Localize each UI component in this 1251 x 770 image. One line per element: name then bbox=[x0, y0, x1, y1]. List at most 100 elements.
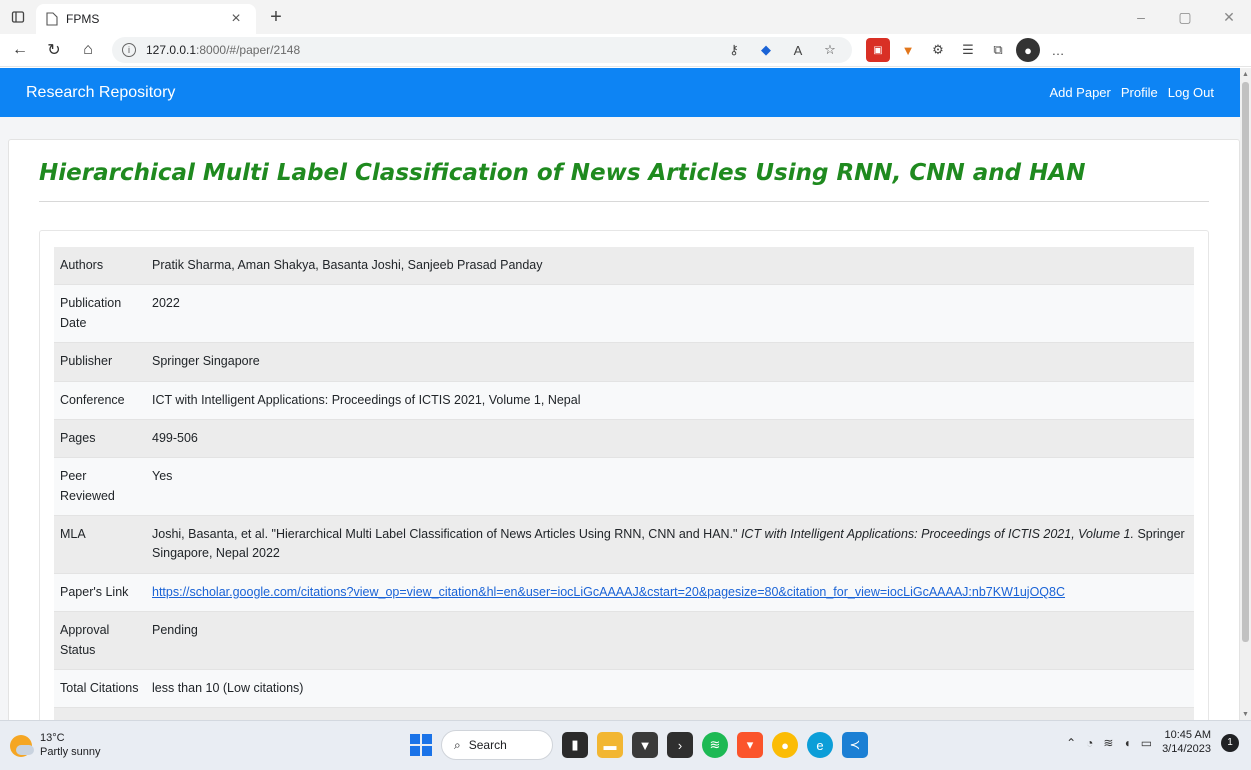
home-icon[interactable]: ⌂ bbox=[74, 36, 102, 64]
nav-add-paper[interactable]: Add Paper bbox=[1049, 85, 1110, 100]
table-row: Source Google scholar bbox=[54, 707, 1194, 720]
peer-reviewed-label: Peer Reviewed bbox=[54, 457, 146, 516]
paper-title: Hierarchical Multi Label Classification … bbox=[39, 160, 1086, 186]
battery-icon[interactable]: ▭ bbox=[1141, 736, 1152, 750]
more-menu-icon[interactable]: … bbox=[1046, 38, 1070, 62]
publication-date-value: 2022 bbox=[146, 284, 1194, 344]
source-value: Google scholar bbox=[146, 707, 1194, 720]
chrome-icon[interactable]: ● bbox=[772, 732, 798, 758]
scroll-up-icon[interactable]: ▲ bbox=[1240, 68, 1251, 80]
favorite-icon[interactable]: ☆ bbox=[818, 38, 842, 62]
terminal-icon[interactable]: › bbox=[667, 732, 693, 758]
wifi-icon[interactable]: ≋ bbox=[1103, 736, 1113, 750]
paper-details-table: Authors Pratik Sharma, Aman Shakya, Basa… bbox=[54, 247, 1194, 720]
favorites-list-icon[interactable]: ☰ bbox=[956, 38, 980, 62]
spotify-icon[interactable]: ≋ bbox=[702, 732, 728, 758]
weather-condition: Partly sunny bbox=[40, 745, 101, 758]
publisher-label: Publisher bbox=[54, 342, 146, 382]
extension-red-icon[interactable]: ▣ bbox=[866, 38, 890, 62]
taskbar-search[interactable]: ⌕ Search bbox=[441, 730, 553, 760]
mla-italic-text: ICT with Intelligent Applications: Proce… bbox=[740, 527, 1134, 541]
nav-profile[interactable]: Profile bbox=[1121, 85, 1158, 100]
authors-value: Pratik Sharma, Aman Shakya, Basanta Josh… bbox=[146, 247, 1194, 286]
paper-card: Hierarchical Multi Label Classification … bbox=[8, 139, 1240, 720]
table-row: Publisher Springer Singapore bbox=[54, 342, 1194, 382]
new-tab-button[interactable]: + bbox=[262, 3, 290, 31]
profile-avatar[interactable]: ● bbox=[1016, 38, 1040, 62]
back-icon[interactable]: ← bbox=[6, 36, 34, 64]
url-path: :8000/#/paper/2148 bbox=[196, 43, 301, 57]
mla-text: Joshi, Basanta, et al. "Hierarchical Mul… bbox=[152, 527, 741, 541]
chevron-up-icon[interactable]: ⌃ bbox=[1066, 736, 1076, 750]
pages-value: 499-506 bbox=[146, 419, 1194, 459]
browser-tab-bar: FPMS × + – ▢ ✕ bbox=[0, 0, 1251, 34]
publisher-value: Springer Singapore bbox=[146, 342, 1194, 382]
authors-label: Authors bbox=[54, 247, 146, 286]
site-info-icon[interactable]: i bbox=[122, 43, 136, 57]
peer-reviewed-value: Yes bbox=[146, 457, 1194, 516]
scroll-thumb[interactable] bbox=[1242, 82, 1249, 642]
volume-icon[interactable]: ◖ bbox=[1123, 736, 1130, 750]
table-row: Pages 499-506 bbox=[54, 419, 1194, 459]
clock[interactable]: 10:45 AM 3/14/2023 bbox=[1162, 729, 1211, 757]
address-bar[interactable]: i 127.0.0.1:8000/#/paper/2148 ⚷ ◆ A ☆ bbox=[112, 37, 852, 63]
close-window-icon[interactable]: ✕ bbox=[1207, 0, 1251, 34]
read-aloud-icon[interactable]: A bbox=[786, 38, 810, 62]
file-explorer-icon[interactable]: ▬ bbox=[597, 732, 623, 758]
browser-tab[interactable]: FPMS × bbox=[36, 4, 256, 34]
clock-time: 10:45 AM bbox=[1164, 729, 1211, 741]
minimize-icon[interactable]: – bbox=[1119, 0, 1163, 34]
address-bar-actions: ⚷ ◆ A ☆ bbox=[722, 38, 842, 62]
collections-icon[interactable]: ⧉ bbox=[986, 38, 1010, 62]
paper-link[interactable]: https://scholar.google.com/citations?vie… bbox=[152, 585, 1065, 599]
tag-icon[interactable]: ◆ bbox=[754, 38, 778, 62]
tab-actions-icon bbox=[11, 11, 25, 23]
mla-value: Joshi, Basanta, et al. "Hierarchical Mul… bbox=[146, 515, 1194, 574]
details-panel: Authors Pratik Sharma, Aman Shakya, Basa… bbox=[39, 230, 1209, 720]
approval-status-label: Approval Status bbox=[54, 611, 146, 670]
key-icon[interactable]: ⚷ bbox=[722, 38, 746, 62]
nav-log-out[interactable]: Log Out bbox=[1168, 85, 1214, 100]
maximize-icon[interactable]: ▢ bbox=[1163, 0, 1207, 34]
page-content: Hierarchical Multi Label Classification … bbox=[0, 117, 1240, 720]
brave-icon[interactable]: ▾ bbox=[737, 732, 763, 758]
close-tab-icon[interactable]: × bbox=[226, 10, 246, 28]
system-tray: ⌃ ◔ ≋ ◖ ▭ 10:45 AM 3/14/2023 1 bbox=[1066, 729, 1239, 757]
page-scrollbar[interactable]: ▲ ▼ bbox=[1240, 68, 1251, 720]
total-citations-value: less than 10 (Low citations) bbox=[146, 669, 1194, 709]
partly-sunny-icon bbox=[10, 734, 34, 757]
extensions-icon[interactable]: ⚙ bbox=[926, 38, 950, 62]
temperature: 13°C bbox=[40, 732, 65, 745]
table-row: Paper's Link https://scholar.google.com/… bbox=[54, 573, 1194, 613]
total-citations-label: Total Citations bbox=[54, 669, 146, 709]
brand-link[interactable]: Research Repository bbox=[26, 84, 175, 102]
fox-extension-icon[interactable]: ▼ bbox=[896, 38, 920, 62]
publication-date-label: Publication Date bbox=[54, 284, 146, 344]
paper-link-label: Paper's Link bbox=[54, 573, 146, 613]
tab-title: FPMS bbox=[66, 12, 100, 26]
network-icon[interactable]: ◔ bbox=[1086, 736, 1093, 750]
edge-icon[interactable]: e bbox=[807, 732, 833, 758]
page-icon bbox=[46, 12, 58, 26]
search-icon: ⌕ bbox=[454, 737, 461, 752]
window-controls: – ▢ ✕ bbox=[1119, 0, 1251, 34]
table-row: Authors Pratik Sharma, Aman Shakya, Basa… bbox=[54, 247, 1194, 286]
notification-badge[interactable]: 1 bbox=[1221, 733, 1239, 752]
tab-actions-button[interactable] bbox=[0, 0, 36, 34]
weather-widget[interactable]: 13°C Partly sunny bbox=[10, 732, 210, 758]
refresh-icon[interactable]: ↻ bbox=[40, 36, 68, 64]
paper-link-cell: https://scholar.google.com/citations?vie… bbox=[146, 573, 1194, 613]
table-row: Peer Reviewed Yes bbox=[54, 457, 1194, 516]
table-row: Conference ICT with Intelligent Applicat… bbox=[54, 381, 1194, 420]
weather-text: 13°C Partly sunny bbox=[40, 732, 101, 758]
clock-date: 3/14/2023 bbox=[1162, 742, 1211, 755]
vscode-icon[interactable]: ≺ bbox=[842, 732, 868, 758]
pages-label: Pages bbox=[54, 419, 146, 459]
url-host: 127.0.0.1 bbox=[146, 43, 197, 57]
app-dark-icon[interactable]: ▼ bbox=[632, 732, 658, 758]
start-button-icon[interactable] bbox=[410, 734, 432, 756]
scroll-down-icon[interactable]: ▼ bbox=[1240, 708, 1251, 720]
taskbar-apps: ⌕ Search ▮ ▬ ▼ › ≋ ▾ ● e ≺ bbox=[410, 730, 868, 760]
table-row: MLA Joshi, Basanta, et al. "Hierarchical… bbox=[54, 515, 1194, 574]
task-view-icon[interactable]: ▮ bbox=[562, 732, 588, 758]
